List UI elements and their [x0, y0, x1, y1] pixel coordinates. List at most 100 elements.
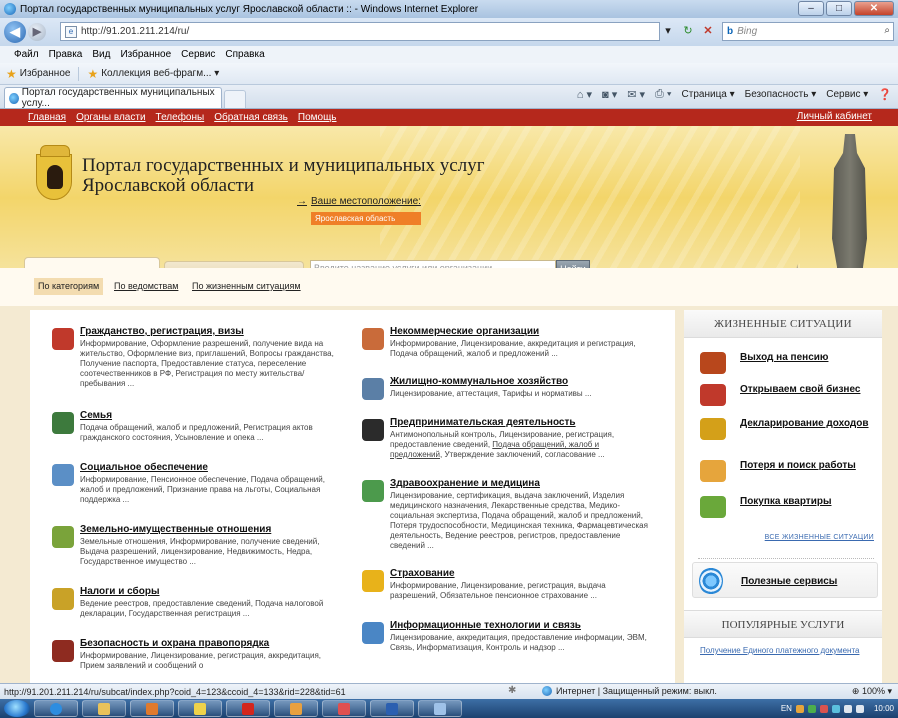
forward-button[interactable]: ▶ [28, 23, 46, 41]
help-icon[interactable]: ❓ [878, 88, 892, 101]
category-title[interactable]: Гражданство, регистрация, визы [80, 326, 244, 337]
back-button[interactable]: ◀ [4, 21, 26, 43]
category-item[interactable]: Жилищно-коммунальное хозяйство Лицензиро… [362, 376, 652, 406]
life-situation-label[interactable]: Выход на пенсию [740, 352, 880, 363]
nav-help[interactable]: Помощь [298, 112, 337, 123]
url-field[interactable]: e http://91.201.211.214/ru/ [60, 22, 660, 41]
category-item[interactable]: Информационные технологии и связь Лиценз… [362, 620, 652, 670]
category-title[interactable]: Жилищно-коммунальное хозяйство [390, 376, 568, 387]
category-title[interactable]: Информационные технологии и связь [390, 620, 581, 631]
taskbar-pdf-button[interactable] [226, 700, 270, 717]
tray-icon[interactable] [795, 704, 804, 713]
by-departments-link[interactable]: По ведомствам [114, 278, 178, 295]
taskbar-paint-button[interactable] [274, 700, 318, 717]
minimize-button[interactable]: – [798, 1, 824, 16]
close-window-button[interactable]: ✕ [854, 1, 894, 16]
category-item[interactable]: Здравоохранение и медицина Лицензировани… [362, 478, 652, 558]
nav-feedback[interactable]: Обратная связь [214, 112, 288, 123]
location-link[interactable]: → Ваше местоположение: [297, 196, 421, 207]
category-title[interactable]: Страхование [390, 568, 455, 579]
category-title[interactable]: Земельно-имущественные отношения [80, 524, 271, 535]
category-item[interactable]: Некоммерческие организации Информировани… [362, 326, 652, 366]
category-item[interactable]: Безопасность и охрана правопорядка Инфор… [52, 638, 342, 678]
feeds-icon[interactable]: ◙ ▾ [602, 88, 617, 101]
personal-cabinet-link[interactable]: Личный кабинет [797, 111, 872, 122]
menu-edit[interactable]: Правка [49, 49, 83, 60]
life-situation-item[interactable]: Декларирование доходов [692, 416, 882, 446]
by-life-situations-link[interactable]: По жизненным ситуациям [192, 278, 301, 295]
tools-menu[interactable]: Сервис ▾ [826, 89, 868, 100]
category-title[interactable]: Безопасность и охрана правопорядка [80, 638, 269, 649]
category-title[interactable]: Предпринимательская деятельность [390, 417, 576, 428]
taskbar-app-button[interactable] [322, 700, 366, 717]
category-title[interactable]: Некоммерческие организации [390, 326, 539, 337]
new-tab-button[interactable] [224, 90, 246, 108]
life-situation-item[interactable]: Покупка квартиры [692, 494, 882, 524]
taskbar-window-button[interactable] [418, 700, 462, 717]
refresh-icon[interactable]: ↻ [680, 22, 696, 40]
language-indicator[interactable]: EN [781, 704, 792, 713]
category-title[interactable]: Семья [80, 410, 112, 421]
by-categories-chip[interactable]: По категориям [34, 278, 104, 295]
nav-home[interactable]: Главная [28, 112, 66, 123]
menu-file[interactable]: Файл [14, 49, 39, 60]
browser-tab[interactable]: Портал государственных муниципальных усл… [4, 87, 222, 109]
category-item[interactable]: Социальное обеспечение Информирование, П… [52, 462, 342, 512]
zoom-control[interactable]: ⊕ 100% ▾ [852, 686, 892, 697]
tray-icon[interactable] [831, 704, 840, 713]
start-button[interactable] [4, 700, 30, 717]
nav-authorities[interactable]: Органы власти [76, 112, 145, 123]
search-input[interactable]: b Bing ⌕ [722, 22, 894, 41]
category-title[interactable]: Налоги и сборы [80, 586, 160, 597]
life-situation-label[interactable]: Декларирование доходов [740, 418, 880, 429]
mail-icon[interactable]: ✉ ▾ [627, 88, 645, 101]
category-item[interactable]: Гражданство, регистрация, визы Информиро… [52, 326, 342, 396]
life-situation-item[interactable]: Открываем свой бизнес [692, 382, 882, 412]
useful-services-button[interactable]: Полезные сервисы [692, 562, 878, 598]
life-situation-item[interactable]: Выход на пенсию [692, 350, 882, 380]
category-item[interactable]: Семья Подача обращений, жалоб и предложе… [52, 410, 342, 450]
coat-of-arms-logo[interactable] [36, 145, 72, 200]
life-situation-label[interactable]: Покупка квартиры [740, 496, 880, 507]
page-menu[interactable]: Страница ▾ [682, 89, 735, 100]
favorites-button[interactable]: Избранное [20, 68, 71, 79]
category-item[interactable]: Страхование Информирование, Лицензирован… [362, 568, 652, 608]
stop-icon[interactable]: ✕ [700, 22, 716, 40]
all-life-situations-link[interactable]: ВСЕ ЖИЗНЕННЫЕ СИТУАЦИИ [765, 534, 874, 541]
volume-icon[interactable] [855, 704, 864, 713]
useful-services-label[interactable]: Полезные сервисы [741, 576, 837, 587]
life-situation-label[interactable]: Потеря и поиск работы [740, 460, 880, 471]
category-item[interactable]: Предпринимательская деятельность Антимон… [362, 417, 652, 467]
tray-icon[interactable] [819, 704, 828, 713]
menu-tools[interactable]: Сервис [181, 49, 215, 60]
clock[interactable]: 10:00 [874, 704, 894, 713]
taskbar-ie-button[interactable] [34, 700, 78, 717]
taskbar-media-button[interactable] [130, 700, 174, 717]
category-item[interactable]: Земельно-имущественные отношения Земельн… [52, 524, 342, 574]
taskbar-word-button[interactable] [370, 700, 414, 717]
add-favorite-icon[interactable]: ★ [87, 67, 98, 81]
menu-help[interactable]: Справка [225, 49, 264, 60]
security-zone[interactable]: Интернет | Защищенный режим: выкл. [542, 686, 717, 696]
home-icon[interactable]: ⌂ ▾ [577, 88, 592, 101]
taskbar-explorer-button[interactable] [82, 700, 126, 717]
web-slice-gallery[interactable]: Коллекция веб-фрагм... ▾ [101, 68, 219, 79]
menu-favorites[interactable]: Избранное [120, 49, 171, 60]
pension-icon [700, 352, 726, 374]
life-situation-label[interactable]: Открываем свой бизнес [740, 384, 880, 395]
safety-menu[interactable]: Безопасность ▾ [745, 89, 817, 100]
search-icon[interactable]: ⌕ [884, 25, 890, 36]
menu-view[interactable]: Вид [92, 49, 110, 60]
tray-icon[interactable] [807, 704, 816, 713]
print-icon[interactable]: ⎙ ▾ [655, 88, 671, 101]
taskbar-mail-button[interactable] [178, 700, 222, 717]
nav-phones[interactable]: Телефоны [156, 112, 205, 123]
life-situation-item[interactable]: Потеря и поиск работы [692, 458, 882, 488]
popular-service-link[interactable]: Получение Единого платежного документа [700, 646, 870, 656]
network-icon[interactable] [843, 704, 852, 713]
category-item[interactable]: Налоги и сборы Ведение реестров, предост… [52, 586, 342, 626]
category-title[interactable]: Здравоохранение и медицина [390, 478, 540, 489]
category-title[interactable]: Социальное обеспечение [80, 462, 208, 473]
maximize-button[interactable]: □ [826, 1, 852, 16]
dropdown-icon[interactable]: ▾ [660, 22, 676, 40]
